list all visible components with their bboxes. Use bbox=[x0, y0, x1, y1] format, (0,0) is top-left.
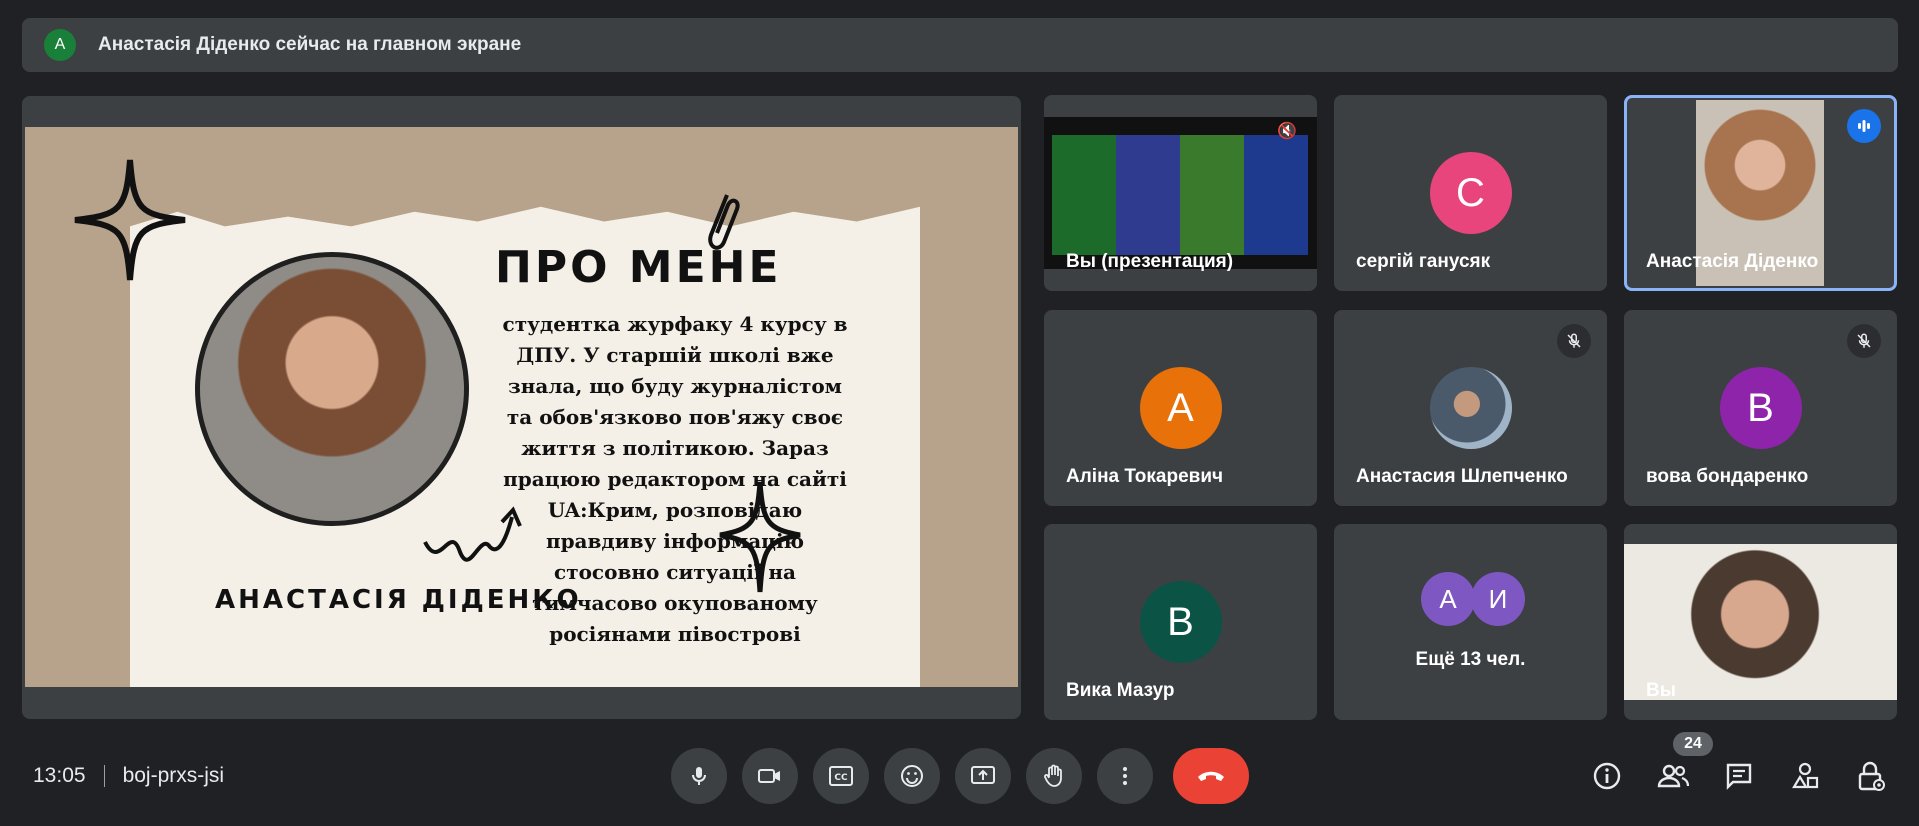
mic-off-icon bbox=[1557, 324, 1591, 358]
end-call-button[interactable] bbox=[1173, 748, 1249, 804]
mic-button[interactable] bbox=[671, 748, 727, 804]
presentation-thumbnail: 🔇 bbox=[1044, 117, 1317, 269]
tile-participant[interactable]: С сергій ганусяк bbox=[1334, 95, 1607, 291]
people-button[interactable] bbox=[1655, 758, 1691, 794]
more-vert-icon bbox=[1123, 767, 1127, 785]
main-screen-banner: А Анастасія Діденко сейчас на главном эк… bbox=[22, 18, 1898, 72]
participant-avatar: В bbox=[1139, 581, 1222, 663]
activities-button[interactable] bbox=[1787, 758, 1823, 794]
presentation-slide: ПРО МЕНЕ студентка журфаку 4 курсу в ДПУ… bbox=[25, 127, 1018, 687]
info-icon bbox=[1593, 762, 1621, 790]
tile-self-view[interactable]: Вы bbox=[1624, 524, 1897, 720]
tile-label: Вы bbox=[1646, 680, 1676, 701]
slide-title: ПРО МЕНЕ bbox=[495, 242, 782, 293]
more-options-button[interactable] bbox=[1097, 748, 1153, 804]
chat-icon bbox=[1726, 763, 1752, 790]
participant-photo bbox=[1429, 367, 1512, 449]
tile-label: сергій ганусяк bbox=[1356, 251, 1491, 272]
participant-avatar: С bbox=[1429, 152, 1512, 234]
tile-participant[interactable]: В вова бондаренко bbox=[1624, 310, 1897, 506]
participant-avatar: В bbox=[1719, 367, 1802, 449]
participant-avatar: И bbox=[1471, 572, 1525, 626]
people-icon bbox=[1657, 764, 1690, 788]
host-controls-button[interactable] bbox=[1853, 758, 1889, 794]
tile-participant[interactable]: В Вика Мазур bbox=[1044, 524, 1317, 720]
tile-your-presentation[interactable]: 🔇 Вы (презентация) bbox=[1044, 95, 1317, 291]
meeting-info-button[interactable] bbox=[1589, 758, 1625, 794]
self-video bbox=[1624, 544, 1897, 700]
emoji-button[interactable] bbox=[884, 748, 940, 804]
tile-more-participants[interactable]: А И Ещё 13 чел. bbox=[1334, 524, 1607, 720]
emoji-icon bbox=[901, 765, 923, 787]
banner-text: Анастасія Діденко сейчас на главном экра… bbox=[98, 34, 522, 55]
tile-label: вова бондаренко bbox=[1646, 466, 1809, 487]
captions-icon: CC bbox=[829, 766, 853, 786]
tile-participant[interactable]: Анастасия Шлепченко bbox=[1334, 310, 1607, 506]
svg-text:CC: CC bbox=[834, 773, 848, 783]
camera-button[interactable] bbox=[742, 748, 798, 804]
activities-icon bbox=[1792, 762, 1819, 789]
tile-active-speaker[interactable]: Анастасія Діденко bbox=[1624, 95, 1897, 291]
host-controls-icon bbox=[1858, 761, 1885, 791]
presenter-avatar: А bbox=[44, 29, 76, 61]
slide-speaker-name: АНАСТАСІЯ ДІДЕНКО bbox=[215, 585, 582, 615]
divider bbox=[103, 765, 105, 787]
end-call-icon bbox=[1198, 771, 1224, 781]
tile-label: Вика Мазур bbox=[1066, 680, 1175, 701]
clock-time: 13:05 bbox=[33, 764, 86, 787]
more-participants-label: Ещё 13 чел. bbox=[1415, 649, 1526, 670]
participant-avatar: А bbox=[1139, 367, 1222, 449]
tile-label: Анастасия Шлепченко bbox=[1356, 466, 1568, 487]
present-icon bbox=[971, 766, 995, 784]
meeting-details: 13:05 boj-prxs-jsi bbox=[33, 764, 224, 788]
participant-avatar: А bbox=[1421, 572, 1475, 626]
mic-off-icon bbox=[1847, 324, 1881, 358]
raise-hand-button[interactable] bbox=[1026, 748, 1082, 804]
raise-hand-icon bbox=[1044, 764, 1062, 787]
tile-label: Вы (презентация) bbox=[1066, 251, 1234, 272]
speaking-indicator-icon bbox=[1847, 109, 1881, 143]
tile-label: Аліна Токаревич bbox=[1066, 466, 1224, 487]
meeting-code: boj-prxs-jsi bbox=[122, 764, 225, 787]
sparkle-decoration bbox=[74, 159, 186, 281]
captions-button[interactable]: CC bbox=[813, 748, 869, 804]
main-presentation[interactable]: ПРО МЕНЕ студентка журфаку 4 курсу в ДПУ… bbox=[22, 96, 1021, 719]
camera-icon bbox=[758, 769, 780, 783]
chat-button[interactable] bbox=[1721, 758, 1757, 794]
tile-participant[interactable]: А Аліна Токаревич bbox=[1044, 310, 1317, 506]
speaker-portrait bbox=[195, 252, 469, 526]
mic-icon bbox=[692, 767, 706, 785]
tile-label: Анастасія Діденко bbox=[1646, 251, 1819, 272]
volume-muted-icon: 🔇 bbox=[1277, 123, 1297, 140]
present-button[interactable] bbox=[955, 748, 1011, 804]
participant-count-badge: 24 bbox=[1673, 732, 1713, 756]
